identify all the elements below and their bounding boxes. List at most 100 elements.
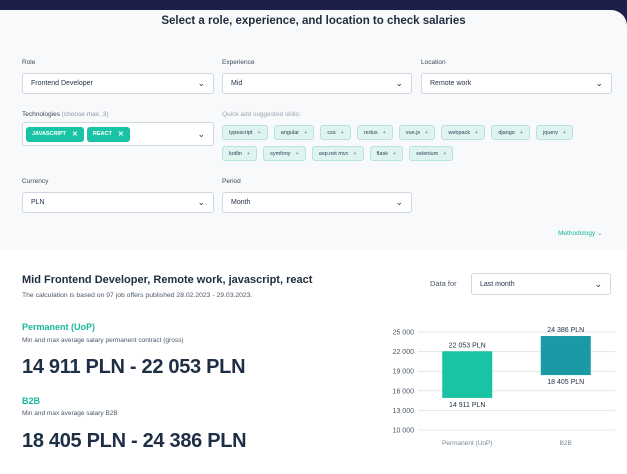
tech-pill-label: REACT	[92, 131, 112, 137]
skill-chip[interactable]: kotlin +	[222, 146, 258, 161]
skill-chip-label: css	[327, 129, 336, 136]
methodology-link-label: Methodology	[558, 230, 596, 237]
skill-chip[interactable]: redux +	[356, 125, 393, 140]
currency-label: Currency	[22, 178, 49, 185]
results-title: Mid Frontend Developer, Remote work, jav…	[22, 274, 313, 286]
b2b-desc: Min and max average salary B2B	[22, 410, 118, 417]
skill-chip-label: kotlin	[229, 150, 242, 157]
experience-label: Experience	[222, 59, 255, 66]
experience-select[interactable]: Mid ⌄	[222, 73, 412, 94]
location-label: Location	[421, 59, 446, 66]
technologies-label-text: Technologies	[22, 111, 60, 118]
skill-chip-label: asp.net mvc	[318, 150, 349, 157]
close-icon[interactable]: ✕	[72, 130, 78, 138]
x-category-label: Permanent (UoP)	[442, 440, 493, 447]
salary-bar	[540, 336, 591, 376]
close-icon[interactable]: ✕	[118, 130, 124, 138]
b2b-title: B2B	[22, 396, 41, 406]
skill-chip[interactable]: typescript +	[222, 125, 268, 140]
chevron-down-icon: ⌄	[594, 278, 602, 289]
currency-select[interactable]: PLN ⌄	[22, 192, 214, 213]
bar-max-label: 22 053 PLN	[449, 342, 486, 349]
chevron-down-icon: ⌄	[197, 78, 205, 88]
location-value: Remote work	[430, 80, 472, 87]
skill-chip[interactable]: angular +	[273, 125, 315, 140]
y-tick-label: 25 000	[393, 330, 415, 337]
skill-chip[interactable]: webpack +	[441, 125, 486, 140]
page-title: Select a role, experience, and location …	[161, 15, 466, 27]
chevron-down-icon: ⌄	[197, 128, 205, 139]
skill-chip-label: typescript	[229, 129, 253, 136]
permanent-title: Permanent (UoP)	[22, 322, 96, 332]
plus-icon: +	[304, 129, 308, 136]
skill-chip[interactable]: django +	[491, 125, 531, 140]
tech-pill-label: JAVASCRIPT	[32, 131, 67, 137]
currency-value: PLN	[31, 199, 45, 206]
chevron-down-icon: ⌄	[595, 78, 603, 88]
chevron-down-icon: ⌄	[395, 78, 403, 88]
skill-chip[interactable]: jquery +	[536, 125, 574, 140]
location-select[interactable]: Remote work ⌄	[421, 73, 612, 94]
y-tick-label: 19 000	[393, 369, 415, 376]
plus-icon: +	[295, 150, 299, 157]
plus-icon: +	[340, 129, 344, 136]
plus-icon: +	[382, 129, 386, 136]
plus-icon: +	[475, 129, 479, 136]
quick-add-chips: typescript + angular + css + redux + vue.js +…	[222, 125, 612, 161]
skill-chip-label: angular	[280, 129, 300, 136]
bar-min-label: 18 405 PLN	[547, 379, 584, 386]
skill-chip-label: django	[498, 129, 515, 136]
period-value: Month	[231, 199, 251, 206]
technologies-label: Technologies (choose max. 3)	[22, 111, 108, 118]
period-label: Period	[222, 178, 241, 185]
experience-value: Mid	[231, 80, 243, 87]
bar-min-label: 14 911 PLN	[449, 402, 485, 409]
tech-pill-javascript[interactable]: JAVASCRIPT ✕	[26, 126, 84, 142]
salary-chart: 10 000 13 000 16 000 19 000 22 000 25 000 22 0…	[393, 327, 615, 447]
skill-chip-label: webpack	[448, 129, 471, 136]
plus-icon: +	[246, 150, 251, 157]
chevron-down-icon: ⌄	[395, 197, 403, 207]
skill-chip-label: vue.js	[405, 129, 421, 136]
data-for-select[interactable]: Last month ⌄	[471, 273, 611, 295]
plus-icon: +	[443, 150, 447, 157]
skill-chip[interactable]: flask +	[369, 146, 404, 161]
data-for-label: Data for	[430, 279, 457, 288]
methodology-link[interactable]: Methodology ⌄	[558, 229, 603, 237]
role-value: Frontend Developer	[31, 80, 93, 87]
skill-chip[interactable]: asp.net mvc +	[311, 146, 364, 161]
y-tick-label: 13 000	[393, 408, 415, 415]
chevron-down-icon: ⌄	[197, 197, 205, 207]
data-for-value: Last month	[480, 280, 515, 288]
skill-chip-label: jquery	[543, 129, 559, 136]
skill-chip[interactable]: vue.js +	[398, 125, 436, 140]
quick-add-label: Quick add suggested skills:	[222, 111, 301, 118]
b2b-range: 18 405 PLN - 24 386 PLN	[22, 430, 247, 452]
plus-icon: +	[519, 129, 524, 136]
chevron-down-icon: ⌄	[597, 230, 603, 237]
x-category-label: B2B	[560, 440, 572, 447]
period-select[interactable]: Month ⌄	[222, 192, 412, 213]
skill-chip-label: selenium	[416, 150, 439, 157]
results-subtitle: The calculation is based on 97 job offer…	[22, 292, 253, 299]
skill-chip[interactable]: symfony +	[263, 146, 306, 161]
skill-chip[interactable]: css +	[320, 125, 351, 140]
plus-icon: +	[257, 129, 261, 136]
skill-chip[interactable]: selenium +	[409, 146, 454, 161]
plus-icon: +	[563, 129, 567, 136]
skill-chip-label: symfony	[270, 150, 291, 157]
skill-chip-label: flask	[376, 150, 388, 157]
role-select[interactable]: Frontend Developer ⌄	[22, 73, 214, 94]
technologies-hint: (choose max. 3)	[61, 111, 109, 118]
plus-icon: +	[392, 150, 397, 157]
technologies-select[interactable]: JAVASCRIPT ✕ REACT ✕ ⌄	[22, 122, 214, 146]
y-tick-label: 10 000	[393, 428, 415, 435]
permanent-desc: Min and max average salary permanent con…	[22, 337, 184, 344]
plus-icon: +	[425, 129, 429, 136]
salary-bar	[442, 351, 493, 398]
permanent-range: 14 911 PLN - 22 053 PLN	[22, 356, 246, 378]
skill-chip-label: redux	[363, 129, 378, 136]
y-tick-label: 16 000	[393, 388, 415, 395]
y-tick-label: 22 000	[393, 349, 415, 356]
tech-pill-react[interactable]: REACT ✕	[86, 126, 130, 142]
